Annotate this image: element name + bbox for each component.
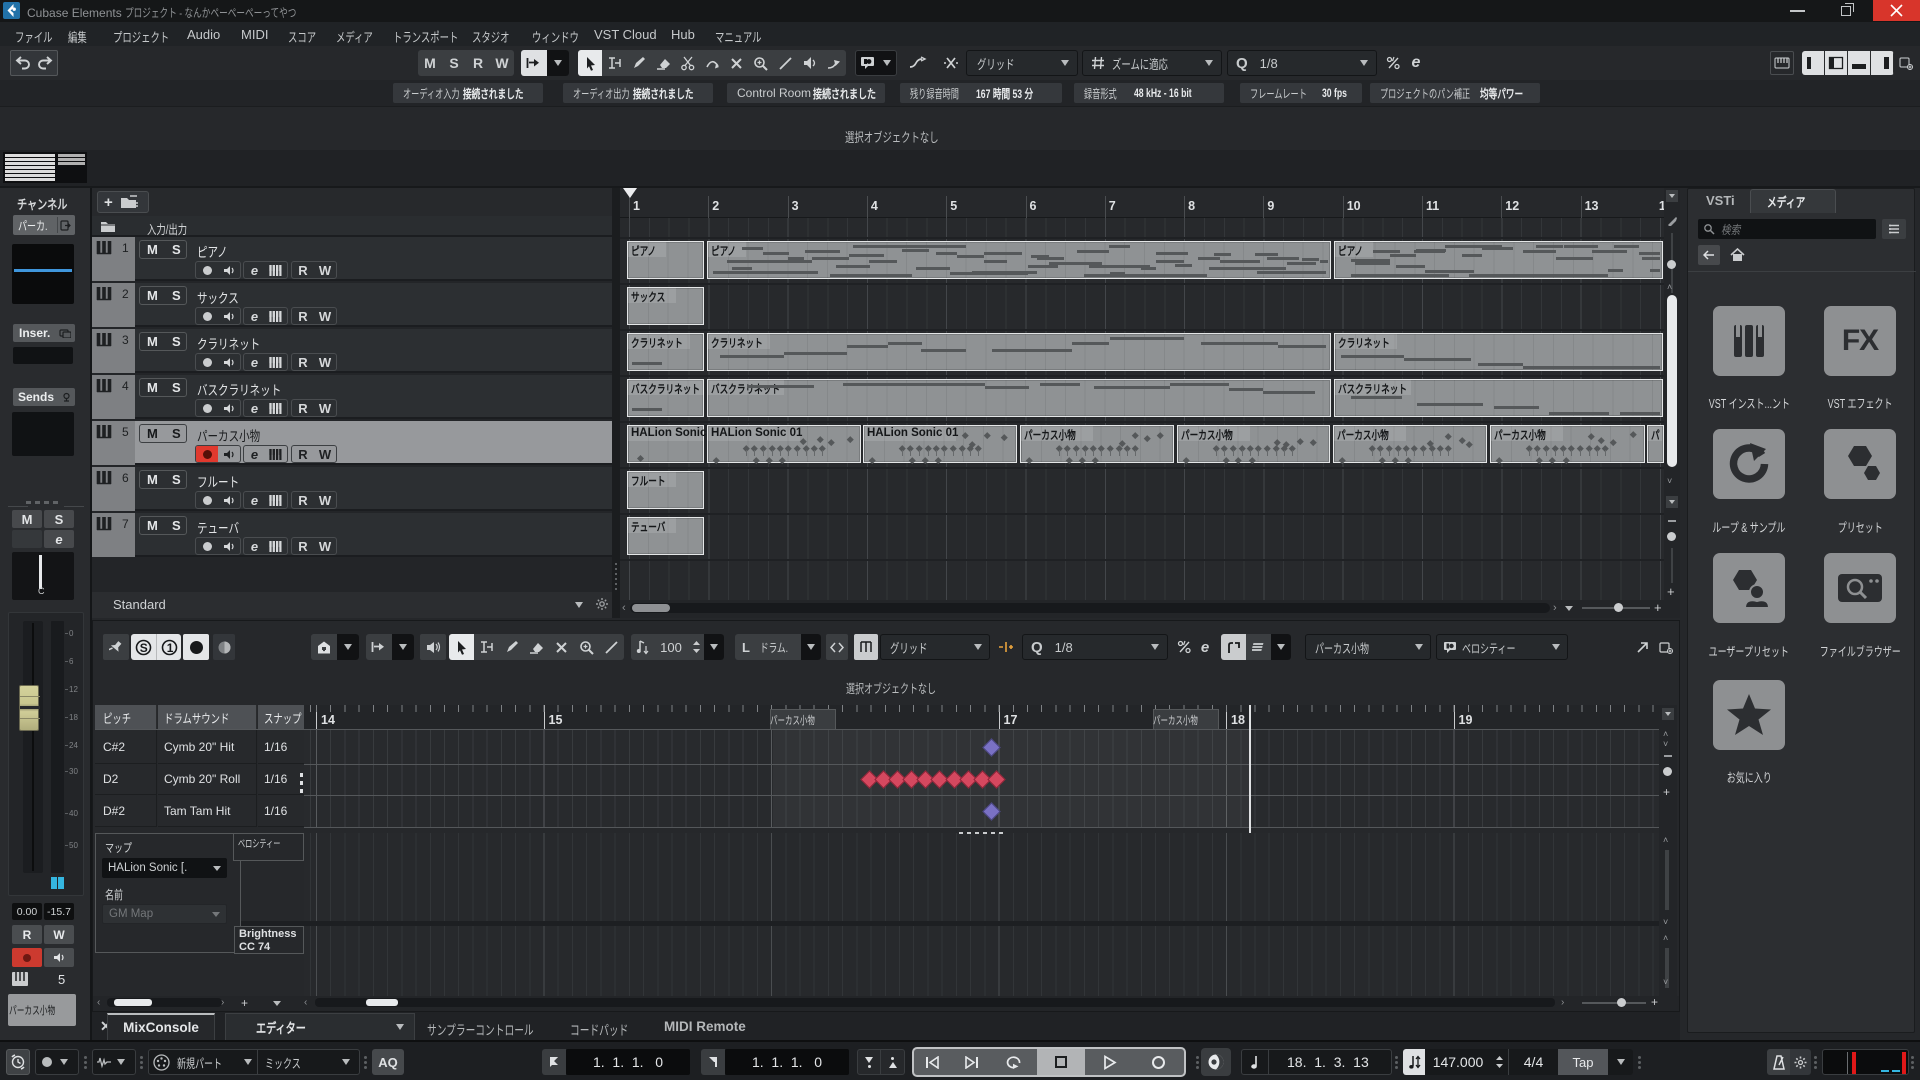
svg-text:1: 1 bbox=[166, 641, 173, 655]
svg-text:S: S bbox=[140, 641, 148, 655]
